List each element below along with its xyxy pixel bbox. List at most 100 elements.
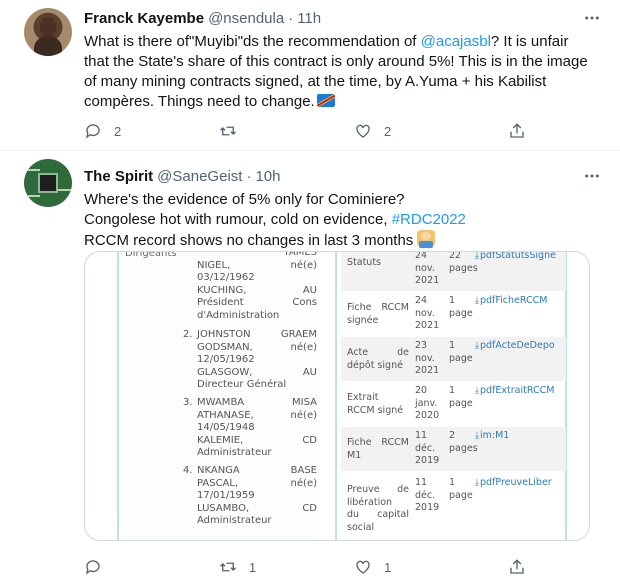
director-line: Administrateur [197, 515, 272, 526]
record-label: Preuve de libération du capital social [347, 484, 409, 533]
tweet-actions: 2 2 [84, 122, 514, 140]
record-date: 11 déc. 2019 [415, 477, 440, 513]
record-download-link: pdfFicheRCCM [475, 295, 548, 308]
tweet-franck-kayembe[interactable]: Franck Kayembe @nsendula · 11h What is t… [0, 0, 620, 150]
timestamp[interactable]: 11h [297, 10, 321, 27]
hashtag-link[interactable]: #RDC2022 [392, 211, 466, 228]
man-technologist-emoji [417, 230, 436, 248]
director-entry: TAMES NIGEL, né(e) 03/12/1962 KUCHING, AU Prés… [197, 251, 317, 322]
director-line: Président Cons [197, 297, 317, 308]
user-handle[interactable]: @nsendula [208, 10, 284, 27]
share-icon[interactable] [508, 122, 526, 140]
like-count: 1 [384, 559, 392, 575]
like-button[interactable]: 2 [354, 122, 489, 140]
reply-icon [84, 558, 102, 576]
record-row: FicheRCCMsignée24nov.2021 1pagepdfFicheRC… [341, 292, 566, 336]
display-name[interactable]: The Spirit [84, 168, 153, 185]
director-line: 03/12/1962 [197, 272, 255, 283]
tweet-actions: 1 1 [84, 558, 514, 576]
record-download-link: pdfActeDeDepo [475, 340, 555, 353]
record-row: Actededépôt signé23nov.2021 1pagepdfActeD… [341, 337, 566, 381]
director-line: KUCHING, AU [197, 284, 317, 296]
more-options-icon[interactable] [582, 8, 602, 28]
record-date: 20 janv. 2020 [415, 385, 440, 421]
reply-icon [84, 122, 102, 140]
record-pages: 2 pages [449, 430, 478, 454]
director-number: 3. [183, 397, 193, 408]
heart-icon [354, 122, 372, 140]
director-line: ATHANASE, né(e) [197, 409, 317, 421]
reply-count: 2 [114, 123, 122, 139]
retweet-button[interactable] [219, 122, 354, 140]
record-download-link: pdfExtraitRCCM [475, 385, 554, 398]
record-pages: 1 page [449, 340, 473, 364]
retweet-count: 1 [249, 559, 257, 575]
record-label: Fiche RCCM signée [347, 302, 409, 326]
like-button[interactable]: 1 [354, 558, 489, 576]
director-line: 14/05/1948 [197, 422, 255, 433]
record-label: Extrait RCCM signé [347, 392, 404, 416]
more-options-icon[interactable] [582, 166, 602, 186]
director-line: PASCAL, né(e) [197, 477, 317, 489]
record-date: 23 nov. 2021 [415, 340, 440, 376]
user-handle[interactable]: @SaneGeist [157, 168, 242, 185]
director-line: KALEMIE, CD [197, 434, 317, 446]
record-row: Statuts 24nov.2021 22pagespdfStatutsSigne [341, 251, 566, 291]
director-line: GODSMAN, né(e) [197, 341, 317, 353]
director-line: Directeur Général [197, 379, 287, 390]
record-row: Preuve de libération du capital social 11 déc. 2… [341, 474, 566, 540]
tweet-text: Where's the evidence of 5% only for Comi… [84, 191, 466, 249]
timestamp[interactable]: 10h [255, 168, 280, 185]
tweet-header: Franck Kayembe @nsendula · 11h [84, 9, 322, 27]
document-image[interactable]: Dirigeants TAMES NIGEL, né(e) 03/12/1962 KUC… [84, 251, 590, 541]
director-number: 4. [183, 465, 193, 476]
document-records-table: Statuts 24nov.2021 22pagespdfStatutsSigne F… [335, 251, 567, 540]
document-directors-column: Dirigeants TAMES NIGEL, né(e) 03/12/1962 KUC… [117, 251, 327, 540]
retweet-button[interactable]: 1 [219, 558, 354, 576]
director-line: d'Administration [197, 309, 280, 321]
record-row: FicheRCCMM111déc.2019 2pagesim:M1 [341, 427, 566, 471]
record-label: Statuts [347, 257, 381, 268]
avatar[interactable] [24, 159, 72, 207]
record-row: ExtraitRCCM signé 20janv.2020 1pagepdfExtr… [341, 382, 566, 426]
director-line: Administrateur [197, 447, 272, 458]
record-date: 24 nov. 2021 [415, 251, 440, 286]
director-line: MWAMBA MISA [197, 397, 317, 408]
director-line: GLASGOW, AU [197, 366, 317, 378]
record-pages: 1 page [449, 385, 473, 409]
record-pages: 1 page [449, 295, 473, 319]
tweet-the-spirit[interactable]: The Spirit @SaneGeist · 10h Where's the … [0, 151, 620, 586]
director-line: NKANGA BASE [197, 465, 317, 476]
record-date: 24 nov. 2021 [415, 295, 440, 331]
director-line: 17/01/1959 [197, 490, 255, 501]
director-number: 2. [183, 329, 193, 340]
director-entry: 3. MWAMBA MISA ATHANASE, né(e) 14/05/1948 KALE… [183, 397, 317, 460]
record-download-link: im:M1 [475, 430, 509, 443]
heart-icon [354, 558, 372, 576]
record-pages: 22 pages [449, 251, 478, 274]
retweet-icon [219, 122, 237, 140]
like-count: 2 [384, 123, 392, 139]
avatar[interactable] [24, 8, 72, 56]
tweet-text: What is there of"Muyibi"ds the recommend… [84, 33, 588, 110]
director-line: LUSAMBO, CD [197, 502, 317, 514]
mention-link[interactable]: @acajasbl [421, 33, 491, 50]
record-pages: 1 page [449, 477, 473, 501]
tweet-header: The Spirit @SaneGeist · 10h [84, 167, 281, 185]
record-download-link: pdfPreuveLiber [475, 477, 552, 490]
record-label: Acte de dépôt signé [347, 347, 409, 371]
record-download-link: pdfStatutsSigne [475, 252, 556, 263]
retweet-icon [219, 558, 237, 576]
director-line: TAMES [283, 251, 317, 258]
director-line: 12/05/1962 [197, 354, 255, 365]
reply-button[interactable]: 2 [84, 122, 219, 140]
director-entry: 4. NKANGA BASE PASCAL, né(e) 17/01/1959 LUSAMB… [183, 465, 317, 528]
director-entry: 2. JOHNSTON GRAEM GODSMAN, né(e) 12/05/1962 GL… [183, 329, 317, 392]
display-name[interactable]: Franck Kayembe [84, 10, 204, 27]
drc-flag-emoji [316, 94, 335, 107]
directors-header: Dirigeants [125, 251, 177, 259]
director-line: JOHNSTON GRAEM [197, 329, 317, 340]
reply-button[interactable] [84, 558, 219, 576]
share-icon[interactable] [508, 558, 526, 576]
record-label: Fiche RCCM M1 [347, 437, 409, 461]
